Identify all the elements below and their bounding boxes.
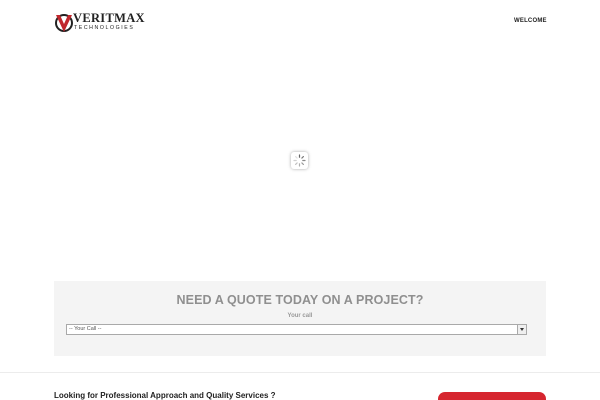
loading-spinner xyxy=(291,152,308,169)
logo-mark-icon xyxy=(55,14,73,32)
section-divider xyxy=(0,372,600,373)
your-call-select[interactable]: -- Your Call -- xyxy=(66,324,527,335)
dropdown-arrow-icon[interactable] xyxy=(517,325,526,334)
cta-text: Looking for Professional Approach and Qu… xyxy=(54,391,276,400)
your-call-select-value: -- Your Call -- xyxy=(69,326,102,332)
logo-subtitle-text: TECHNOLOGIES xyxy=(74,25,135,31)
logo[interactable]: VERITMAX TECHNOLOGIES xyxy=(55,12,147,36)
site-header: VERITMAX TECHNOLOGIES WELCOME xyxy=(0,0,600,44)
quote-title: NEED A QUOTE TODAY ON A PROJECT? xyxy=(176,293,424,307)
quote-form-panel: NEED A QUOTE TODAY ON A PROJECT? Your ca… xyxy=(54,281,546,356)
logo-brand-text: VERITMAX xyxy=(73,11,145,25)
nav-item-welcome[interactable]: WELCOME xyxy=(514,18,547,24)
your-call-label: Your call xyxy=(287,313,313,319)
spinner-icon xyxy=(293,154,306,167)
cta-button[interactable] xyxy=(438,392,546,400)
